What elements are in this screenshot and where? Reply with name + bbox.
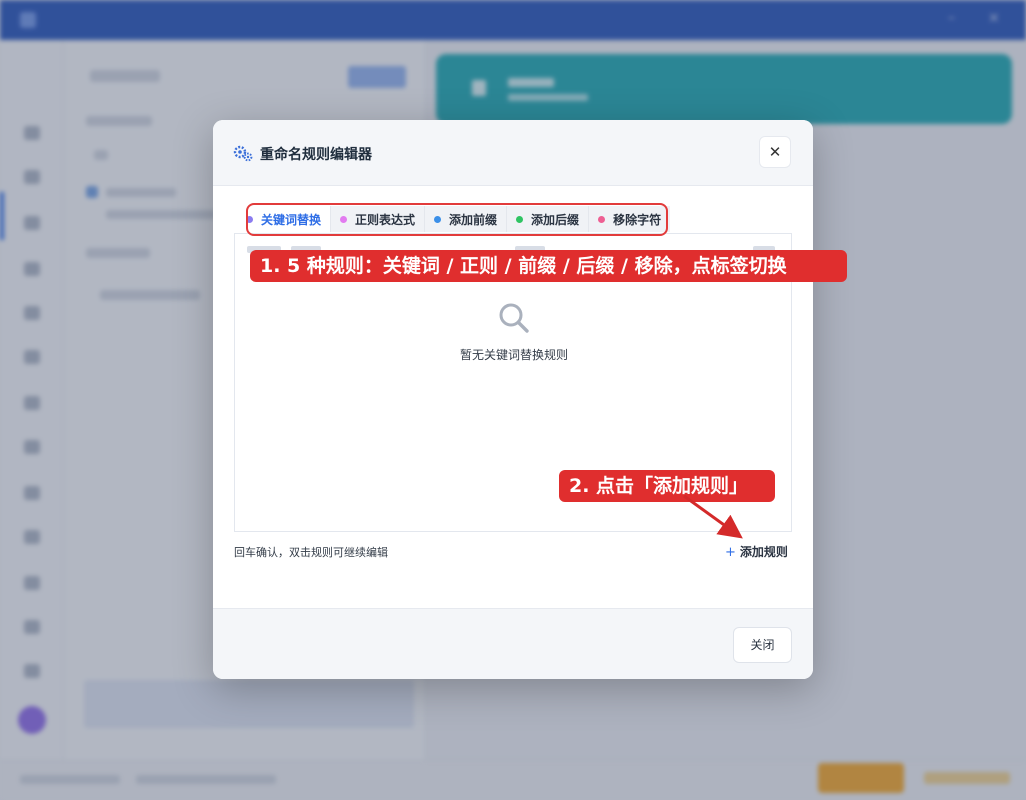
add-rule-button[interactable]: + 添加规则: [725, 543, 788, 560]
tabs-highlight-box: [246, 203, 668, 236]
gears-icon: [233, 145, 253, 162]
annotation-callout-1: 1. 5 种规则：关键词 / 正则 / 前缀 / 后缀 / 移除，点标签切换: [250, 250, 847, 282]
empty-state-text: 暂无关键词替换规则: [459, 348, 568, 362]
search-icon: [499, 303, 529, 333]
close-icon: ✕: [768, 143, 782, 161]
annotation-callout-2: 2. 点击「添加规则」: [559, 470, 775, 502]
dialog-header: 重命名规则编辑器 ✕: [213, 120, 813, 186]
close-button[interactable]: 关闭: [733, 627, 792, 663]
dialog-footer: 关闭: [213, 608, 813, 679]
dialog-title: 重命名规则编辑器: [260, 147, 372, 163]
add-rule-label: 添加规则: [739, 545, 788, 559]
plus-icon: +: [725, 545, 736, 560]
hint-text: 回车确认，双击规则可继续编辑: [234, 546, 388, 559]
dialog-close-button[interactable]: ✕: [759, 136, 791, 168]
